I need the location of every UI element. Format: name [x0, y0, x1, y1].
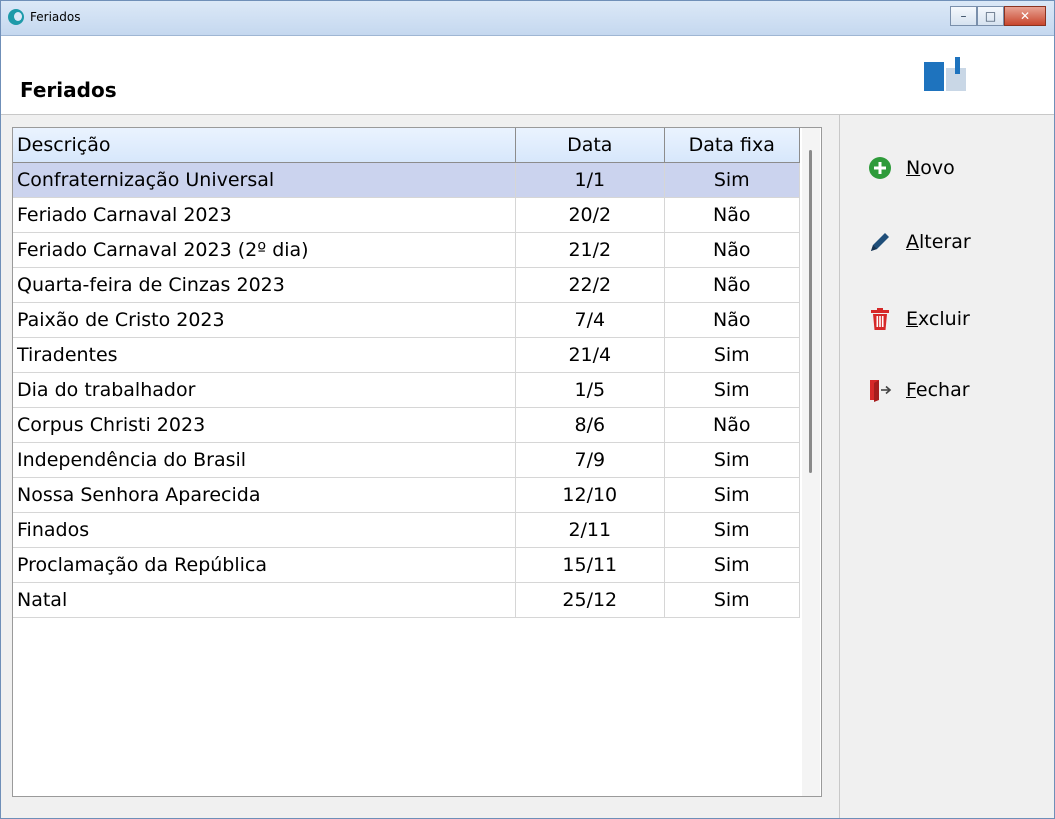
- cell-data: 7/9: [515, 442, 665, 478]
- table-row[interactable]: Independência do Brasil 7/9 Sim: [13, 442, 800, 478]
- vertical-scrollbar[interactable]: [802, 128, 820, 796]
- scrollbar-thumb[interactable]: [809, 150, 812, 473]
- cell-descricao: Quarta-feira de Cinzas 2023: [13, 267, 517, 303]
- window-title: Feriados: [30, 10, 81, 24]
- cell-descricao: Corpus Christi 2023: [13, 407, 517, 443]
- table-row[interactable]: Natal 25/12 Sim: [13, 582, 800, 618]
- table-row[interactable]: Tiradentes 21/4 Sim: [13, 337, 800, 373]
- cell-data: 21/2: [515, 232, 665, 268]
- pencil-icon: [871, 233, 889, 251]
- cell-data-fixa: Sim: [664, 442, 800, 478]
- cell-data: 1/5: [515, 372, 665, 408]
- cell-descricao: Finados: [13, 512, 517, 548]
- cell-descricao: Independência do Brasil: [13, 442, 517, 478]
- cell-descricao: Paixão de Cristo 2023: [13, 302, 517, 338]
- column-header-data[interactable]: Data: [515, 128, 665, 163]
- cell-data: 2/11: [515, 512, 665, 548]
- holidays-table: Descrição Data Data fixa Confraternizaçã…: [13, 128, 800, 618]
- table-row[interactable]: Feriado Carnaval 2023 20/2 Não: [13, 197, 800, 233]
- cell-data: 21/4: [515, 337, 665, 373]
- cell-data-fixa: Não: [664, 197, 800, 233]
- column-header-descricao[interactable]: Descrição: [13, 128, 517, 163]
- cell-descricao: Natal: [13, 582, 517, 618]
- table-header-row: Descrição Data Data fixa: [13, 128, 800, 163]
- cell-data-fixa: Não: [664, 302, 800, 338]
- cell-data: 7/4: [515, 302, 665, 338]
- actions-panel: Novo Alterar Excluir Fechar: [839, 115, 1054, 818]
- cell-descricao: Nossa Senhora Aparecida: [13, 477, 517, 513]
- fechar-button[interactable]: Fechar: [868, 375, 970, 405]
- cell-descricao: Dia do trabalhador: [13, 372, 517, 408]
- cell-data-fixa: Não: [664, 267, 800, 303]
- table-row[interactable]: Corpus Christi 2023 8/6 Não: [13, 407, 800, 443]
- novo-button[interactable]: Novo: [868, 153, 955, 183]
- book-icon: [924, 57, 966, 91]
- alterar-button[interactable]: Alterar: [868, 227, 971, 257]
- table-row[interactable]: Proclamação da República 15/11 Sim: [13, 547, 800, 583]
- cell-data: 22/2: [515, 267, 665, 303]
- minimize-button[interactable]: –: [950, 6, 977, 26]
- window-controls: – □ ✕: [950, 6, 1046, 26]
- page-title: Feriados: [20, 78, 117, 102]
- window: Feriados – □ ✕ Feriados Descrição Data D…: [0, 0, 1055, 819]
- table-row[interactable]: Nossa Senhora Aparecida 12/10 Sim: [13, 477, 800, 513]
- cell-data: 20/2: [515, 197, 665, 233]
- title-bar[interactable]: Feriados – □ ✕: [1, 1, 1054, 36]
- cell-data-fixa: Sim: [664, 547, 800, 583]
- exit-door-icon: [870, 380, 892, 402]
- cell-data: 12/10: [515, 477, 665, 513]
- cell-data: 15/11: [515, 547, 665, 583]
- cell-descricao: Feriado Carnaval 2023: [13, 197, 517, 233]
- header: Feriados: [1, 36, 1054, 115]
- novo-label: Novo: [906, 157, 955, 179]
- alterar-label: Alterar: [906, 231, 971, 253]
- cell-data-fixa: Não: [664, 232, 800, 268]
- cell-data-fixa: Sim: [664, 372, 800, 408]
- excluir-label: Excluir: [906, 308, 970, 330]
- table-row[interactable]: Dia do trabalhador 1/5 Sim: [13, 372, 800, 408]
- cell-descricao: Feriado Carnaval 2023 (2º dia): [13, 232, 517, 268]
- holidays-grid[interactable]: Descrição Data Data fixa Confraternizaçã…: [12, 127, 822, 797]
- fechar-label: Fechar: [906, 379, 970, 401]
- cell-data: 25/12: [515, 582, 665, 618]
- cell-data-fixa: Sim: [664, 337, 800, 373]
- add-circle-icon: [869, 157, 891, 179]
- cell-descricao: Tiradentes: [13, 337, 517, 373]
- cell-data-fixa: Sim: [664, 477, 800, 513]
- cell-data: 1/1: [515, 162, 665, 198]
- trash-icon: [871, 308, 889, 330]
- cell-data: 8/6: [515, 407, 665, 443]
- close-window-button[interactable]: ✕: [1004, 6, 1046, 26]
- column-header-data-fixa[interactable]: Data fixa: [664, 128, 800, 163]
- maximize-button[interactable]: □: [977, 6, 1004, 26]
- table-row[interactable]: Paixão de Cristo 2023 7/4 Não: [13, 302, 800, 338]
- cell-descricao: Proclamação da República: [13, 547, 517, 583]
- table-row[interactable]: Finados 2/11 Sim: [13, 512, 800, 548]
- cell-data-fixa: Sim: [664, 512, 800, 548]
- cell-descricao: Confraternização Universal: [13, 162, 517, 198]
- cell-data-fixa: Sim: [664, 162, 800, 198]
- cell-data-fixa: Não: [664, 407, 800, 443]
- excluir-button[interactable]: Excluir: [868, 304, 970, 334]
- table-row[interactable]: Confraternização Universal 1/1 Sim: [13, 162, 800, 198]
- app-icon: [8, 9, 24, 25]
- table-row[interactable]: Feriado Carnaval 2023 (2º dia) 21/2 Não: [13, 232, 800, 268]
- table-row[interactable]: Quarta-feira de Cinzas 2023 22/2 Não: [13, 267, 800, 303]
- cell-data-fixa: Sim: [664, 582, 800, 618]
